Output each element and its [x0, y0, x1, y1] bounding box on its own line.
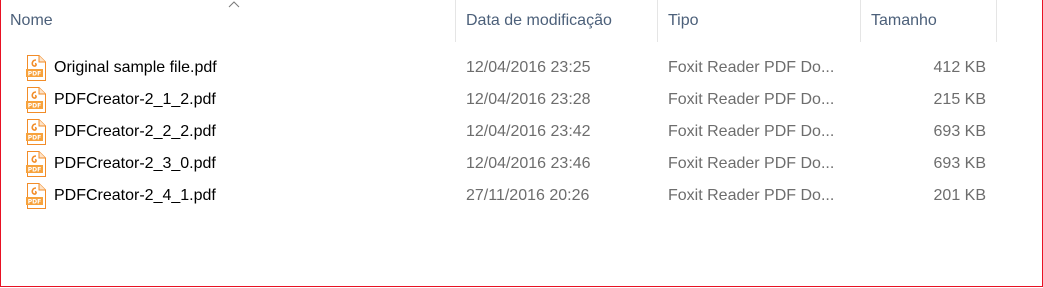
file-name: PDFCreator-2_4_1.pdf [54, 187, 216, 204]
column-header-date[interactable]: Data de modificação [456, 0, 658, 42]
file-row[interactable]: PDF Original sample file.pdf 12/04/2016 … [0, 52, 1000, 84]
file-name: PDFCreator-2_2_2.pdf [54, 123, 216, 140]
column-divider[interactable] [996, 0, 997, 42]
file-date-modified: 12/04/2016 23:42 [466, 123, 591, 140]
svg-text:PDF: PDF [28, 135, 41, 142]
file-date-modified: 12/04/2016 23:25 [466, 59, 591, 76]
file-name: PDFCreator-2_3_0.pdf [54, 155, 216, 172]
file-type: Foxit Reader PDF Do... [668, 155, 835, 172]
file-size: 412 KB [933, 59, 986, 76]
file-size: 215 KB [933, 91, 986, 108]
sort-up-arrow-icon [228, 1, 240, 8]
file-date-modified: 12/04/2016 23:46 [466, 155, 591, 172]
file-row[interactable]: PDF PDFCreator-2_1_2.pdf 12/04/2016 23:2… [0, 84, 1000, 116]
column-header-type-label: Tipo [668, 12, 699, 29]
svg-text:PDF: PDF [28, 71, 41, 78]
column-header-date-label: Data de modificação [466, 12, 612, 29]
file-type: Foxit Reader PDF Do... [668, 123, 835, 140]
svg-text:PDF: PDF [28, 199, 41, 206]
file-type: Foxit Reader PDF Do... [668, 91, 835, 108]
column-header-size-label: Tamanho [871, 12, 937, 29]
pdf-file-icon: PDF [26, 183, 46, 209]
file-date-modified: 12/04/2016 23:28 [466, 91, 591, 108]
column-header-size[interactable]: Tamanho [861, 0, 997, 42]
column-header-type[interactable]: Tipo [658, 0, 861, 42]
pdf-file-icon: PDF [26, 119, 46, 145]
svg-text:PDF: PDF [28, 103, 41, 110]
svg-text:PDF: PDF [28, 167, 41, 174]
column-header-bar: Nome Data de modificação Tipo Tamanho [0, 0, 1043, 42]
file-type: Foxit Reader PDF Do... [668, 187, 835, 204]
file-row[interactable]: PDF PDFCreator-2_3_0.pdf 12/04/2016 23:4… [0, 148, 1000, 180]
file-row[interactable]: PDF PDFCreator-2_2_2.pdf 12/04/2016 23:4… [0, 116, 1000, 148]
file-type: Foxit Reader PDF Do... [668, 59, 835, 76]
file-size: 693 KB [933, 155, 986, 172]
pdf-file-icon: PDF [26, 151, 46, 177]
column-header-name-label: Nome [10, 12, 53, 29]
column-header-name[interactable]: Nome [0, 0, 456, 42]
pdf-file-icon: PDF [26, 87, 46, 113]
pdf-file-icon: PDF [26, 55, 46, 81]
file-name: Original sample file.pdf [54, 59, 217, 76]
file-date-modified: 27/11/2016 20:26 [466, 187, 590, 204]
file-name: PDFCreator-2_1_2.pdf [54, 91, 216, 108]
file-size: 201 KB [933, 187, 986, 204]
file-row[interactable]: PDF PDFCreator-2_4_1.pdf 27/11/2016 20:2… [0, 180, 1000, 212]
file-size: 693 KB [933, 123, 986, 140]
